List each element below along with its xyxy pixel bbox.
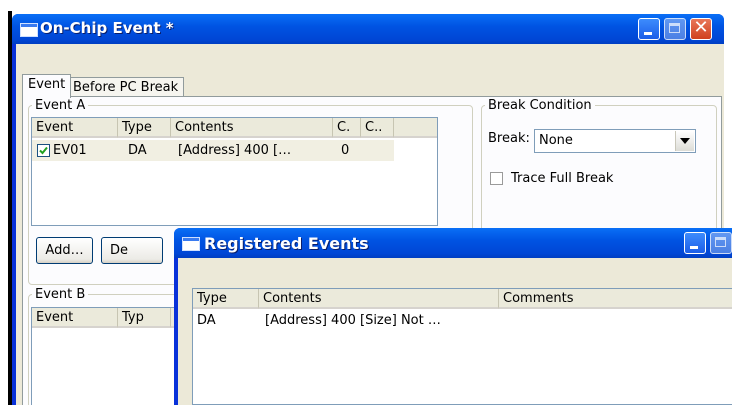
window-icon — [182, 237, 200, 251]
col-event-b[interactable]: Event — [32, 308, 118, 328]
event-b-label: Event B — [32, 287, 89, 302]
break-select-value: None — [539, 133, 573, 148]
row-contents: [Address] 400 [Size] Not … — [265, 313, 441, 328]
col-contents[interactable]: Contents — [259, 289, 499, 309]
registered-events-list[interactable]: Type Contents Comments DA [Address] 400 … — [192, 288, 732, 405]
ev01-event: EV01 — [53, 143, 87, 158]
close-button[interactable]: ✕ — [690, 17, 712, 40]
trace-full-break-label: Trace Full Break — [511, 171, 614, 186]
col-event[interactable]: Event — [32, 118, 118, 138]
registered-events-title: Registered Events — [204, 234, 369, 253]
col-c2[interactable]: C.. — [361, 118, 394, 138]
event-a-list[interactable]: Event Type Contents C. C.. EV01 DA [Addr… — [31, 117, 438, 226]
dropdown-arrow-button[interactable] — [675, 131, 694, 151]
ev01-type: DA — [128, 143, 147, 158]
registered-events-minimize-button[interactable] — [684, 232, 706, 254]
trace-full-break-checkbox[interactable] — [490, 172, 503, 185]
col-type-b[interactable]: Typ — [118, 308, 171, 328]
row-type: DA — [197, 313, 216, 328]
table-row[interactable]: EV01 DA [Address] 400 [… 0 — [32, 140, 394, 161]
table-row[interactable]: DA [Address] 400 [Size] Not … — [193, 311, 732, 331]
break-condition-label: Break Condition — [485, 98, 595, 113]
col-filler — [394, 118, 437, 138]
break-label: Break: — [488, 131, 530, 146]
ev01-checkbox[interactable] — [37, 144, 50, 157]
col-comments[interactable]: Comments — [499, 289, 732, 309]
registered-events-maximize-button[interactable] — [710, 232, 732, 254]
col-contents[interactable]: Contents — [171, 118, 333, 138]
break-condition-group: Break Condition Break: None Trace Full B… — [481, 98, 717, 245]
chevron-down-icon — [680, 138, 690, 144]
close-icon: ✕ — [693, 17, 709, 38]
event-a-label: Event A — [32, 98, 89, 113]
title-bar[interactable]: On-Chip Event * ✕ — [12, 14, 724, 44]
col-type[interactable]: Type — [193, 289, 259, 309]
window-icon — [20, 23, 38, 37]
registered-events-body: Type Contents Comments DA [Address] 400 … — [178, 258, 732, 405]
ev01-c: 0 — [341, 143, 350, 158]
registered-events-window: Registered Events Type Contents Comments… — [174, 228, 732, 405]
minimize-button[interactable] — [638, 18, 660, 40]
tab-event[interactable]: Event — [22, 74, 72, 98]
ev01-contents: [Address] 400 [… — [178, 143, 292, 158]
check-icon — [39, 146, 48, 155]
registered-events-title-bar[interactable]: Registered Events — [174, 228, 732, 258]
col-type[interactable]: Type — [118, 118, 171, 138]
maximize-button[interactable] — [664, 18, 686, 40]
break-select[interactable]: None — [534, 129, 696, 153]
delete-button[interactable]: De — [101, 237, 163, 264]
window-title: On-Chip Event * — [40, 19, 174, 37]
add-button[interactable]: Add… — [36, 237, 93, 264]
tab-before-pc-break[interactable]: Before PC Break — [67, 77, 185, 98]
col-c1[interactable]: C. — [333, 118, 361, 138]
